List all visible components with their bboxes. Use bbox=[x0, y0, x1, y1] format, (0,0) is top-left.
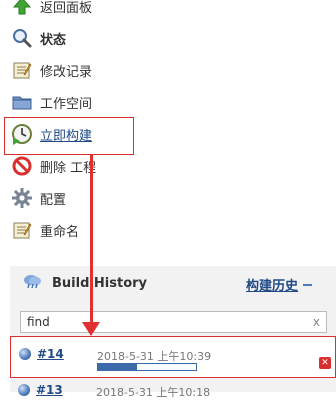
menu-item-label: 删除 工程 bbox=[40, 160, 97, 176]
build-history-title: Build History bbox=[52, 275, 148, 291]
build-history-link[interactable]: 构建历史 bbox=[246, 275, 298, 294]
menu-item-workspace[interactable]: 工作空间 bbox=[10, 90, 92, 114]
build-row-14[interactable]: #14 2018-5-31 上午10:39 ✕ bbox=[10, 336, 336, 378]
status-ball-icon bbox=[18, 384, 30, 396]
clear-search-icon[interactable]: x bbox=[313, 315, 320, 329]
menu-item-back-to-dashboard[interactable]: 返回面板 bbox=[10, 0, 92, 18]
build-number-link[interactable]: #14 bbox=[37, 347, 64, 361]
build-date: 2018-5-31 上午10:39 bbox=[97, 350, 212, 363]
gear-icon bbox=[10, 186, 34, 210]
notepad-icon bbox=[10, 58, 34, 82]
build-number-link[interactable]: #13 bbox=[36, 383, 63, 397]
build-progress-bar bbox=[97, 363, 197, 371]
menu-item-rename[interactable]: 重命名 bbox=[10, 218, 79, 242]
search-input[interactable] bbox=[21, 315, 313, 329]
menu-item-label: 重命名 bbox=[40, 224, 80, 240]
folder-icon bbox=[10, 90, 34, 114]
build-history-search: x bbox=[20, 311, 327, 333]
menu-item-label: 状态 bbox=[40, 32, 67, 48]
notepad-icon bbox=[10, 218, 34, 242]
annotation-arrow-head bbox=[82, 322, 100, 336]
status-ball-icon bbox=[19, 348, 31, 360]
menu-item-delete-project[interactable]: 删除 工程 bbox=[10, 154, 96, 178]
menu-item-configure[interactable]: 配置 bbox=[10, 186, 66, 210]
menu-item-label: 返回面板 bbox=[40, 0, 93, 16]
annotation-arrow-line bbox=[90, 155, 93, 325]
build-progress-fill bbox=[98, 364, 138, 370]
search-icon bbox=[10, 26, 34, 50]
menu-item-label: 工作空间 bbox=[40, 96, 93, 112]
collapse-icon[interactable] bbox=[303, 283, 312, 286]
build-history-header: Build History 构建历史 bbox=[10, 266, 336, 300]
build-history-controls: 构建历史 bbox=[246, 275, 312, 294]
menu-item-status[interactable]: 状态 bbox=[10, 26, 66, 50]
cloud-icon bbox=[22, 273, 42, 293]
menu-item-label: 配置 bbox=[40, 192, 67, 208]
build-now-highlight-box bbox=[4, 117, 134, 155]
menu-item-changes[interactable]: 修改记录 bbox=[10, 58, 92, 82]
build-row-13[interactable]: #13 2018-5-31 上午10:18 bbox=[10, 380, 336, 400]
menu-item-label: 修改记录 bbox=[40, 64, 93, 80]
up-arrow-icon bbox=[10, 0, 34, 18]
cancel-build-icon[interactable]: ✕ bbox=[319, 357, 331, 369]
build-date: 2018-5-31 上午10:18 bbox=[96, 386, 211, 399]
no-entry-icon bbox=[10, 154, 34, 178]
